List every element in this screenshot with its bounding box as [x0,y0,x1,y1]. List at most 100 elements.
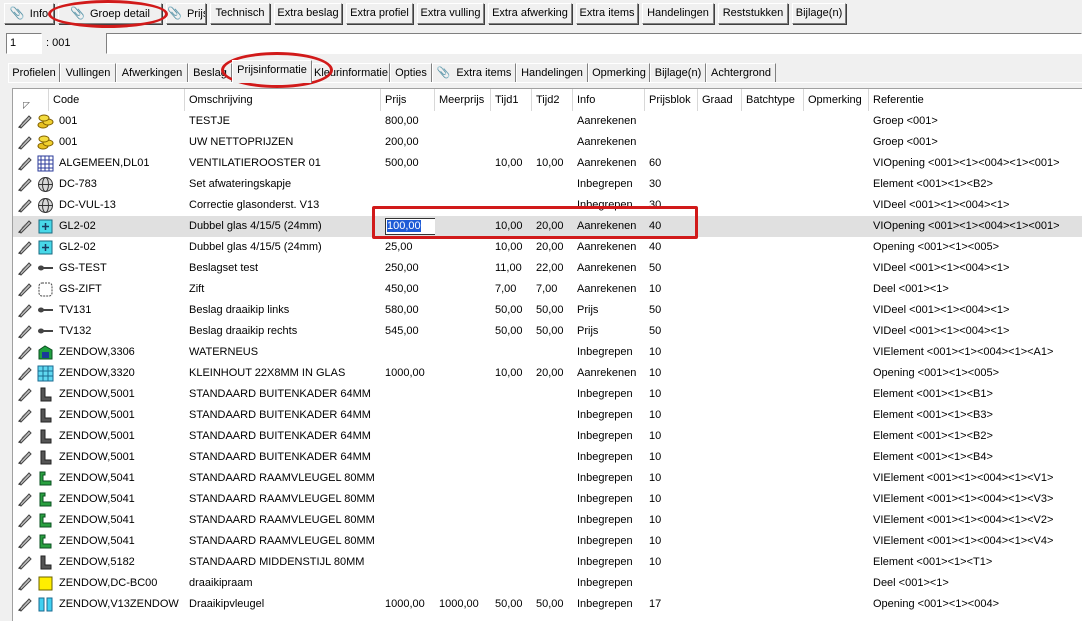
table-row[interactable]: ZENDOW,3306 WATERNEUS Inbegrepen 10 VIElemen… [13,342,1082,363]
tab-beslag[interactable]: Beslag [188,63,232,82]
cell-tijd1[interactable] [491,468,532,489]
cell-prijs[interactable] [381,573,435,594]
tab-opmerking[interactable]: Opmerking [588,63,650,82]
cell-code[interactable]: ZENDOW,5182 [55,552,185,573]
tab-bijlagen[interactable]: Bijlage(n) [650,63,706,82]
cell-prijsblok[interactable]: 10 [645,426,698,447]
col-prijsblok[interactable]: Prijsblok [645,89,698,111]
col-graad[interactable]: Graad [698,89,742,111]
cell-omschrijving[interactable]: STANDAARD BUITENKADER 64MM [185,384,381,405]
cell-tijd2[interactable]: 22,00 [532,258,573,279]
edit-pencil-icon[interactable] [17,156,33,171]
col-info[interactable]: Info [573,89,645,111]
cell-tijd1[interactable]: 10,00 [491,216,532,237]
cell-referentie[interactable]: Groep <001> [869,111,1082,132]
cell-omschrijving[interactable]: TESTJE [185,111,381,132]
extra-beslag-button[interactable]: Extra beslag [274,3,342,24]
edit-pencil-icon[interactable] [17,177,33,192]
cell-code[interactable]: ZENDOW,3320 [55,363,185,384]
cell-prijs[interactable] [381,405,435,426]
cell-omschrijving[interactable]: Beslag draaikip links [185,300,381,321]
tab-profielen[interactable]: Profielen [8,63,60,82]
cell-prijs[interactable] [381,195,435,216]
cell-code[interactable]: ZENDOW,5041 [55,510,185,531]
cell-referentie[interactable]: VIElement <001><1><004><1><A1> [869,342,1082,363]
tab-afwerkingen[interactable]: Afwerkingen [116,63,188,82]
cell-code[interactable]: ZENDOW,DC-BC00 [55,573,185,594]
cell-referentie[interactable]: VIOpening <001><1><004><1><001> [869,216,1082,237]
cell-meerprijs[interactable] [435,489,491,510]
table-row[interactable]: ZENDOW,5041 STANDAARD RAAMVLEUGEL 80MM Inb… [13,489,1082,510]
col-meerprijs[interactable]: Meerprijs [435,89,491,111]
cell-meerprijs[interactable] [435,342,491,363]
cell-meerprijs[interactable] [435,216,491,237]
cell-prijs[interactable]: 450,00 [381,279,435,300]
cell-info[interactable]: Aanrekenen [573,132,645,153]
cell-omschrijving[interactable]: Draaikipvleugel [185,594,381,615]
cell-referentie[interactable]: Opening <001><1><005> [869,237,1082,258]
cell-prijsblok[interactable]: 10 [645,531,698,552]
cell-tijd1[interactable] [491,174,532,195]
cell-prijsblok[interactable] [645,111,698,132]
cell-code[interactable]: ZENDOW,V13ZENDOW [55,594,185,615]
cell-meerprijs[interactable] [435,111,491,132]
edit-pencil-icon[interactable] [17,345,33,360]
cell-meerprijs[interactable] [435,384,491,405]
cell-info[interactable]: Inbegrepen [573,342,645,363]
cell-omschrijving[interactable]: Beslag draaikip rechts [185,321,381,342]
cell-meerprijs[interactable] [435,573,491,594]
cell-code[interactable]: ZENDOW,5001 [55,405,185,426]
cell-omschrijving[interactable]: draaikipraam [185,573,381,594]
col-tijd2[interactable]: Tijd2 [532,89,573,111]
cell-code[interactable]: GS-TEST [55,258,185,279]
edit-pencil-icon[interactable] [17,387,33,402]
cell-code[interactable]: 001 [55,111,185,132]
handelingen-button[interactable]: Handelingen [642,3,714,24]
cell-prijs[interactable]: 25,00 [381,237,435,258]
cell-tijd1[interactable]: 7,00 [491,279,532,300]
edit-pencil-icon[interactable] [17,198,33,213]
col-referentie[interactable]: Referentie [869,89,1082,111]
cell-info[interactable]: Aanrekenen [573,279,645,300]
col-batchtype[interactable]: Batchtype [742,89,804,111]
cell-tijd1[interactable] [491,195,532,216]
table-row[interactable]: ZENDOW,5001 STANDAARD BUITENKADER 64MM Inb… [13,426,1082,447]
cell-omschrijving[interactable]: UW NETTOPRIJZEN [185,132,381,153]
tab-kleurinformatie[interactable]: Kleurinformatie [312,63,390,82]
cell-info[interactable]: Aanrekenen [573,111,645,132]
prijs-edit-input[interactable]: 100,00 [385,218,435,235]
cell-omschrijving[interactable]: WATERNEUS [185,342,381,363]
table-row[interactable]: ZENDOW,V13ZENDOW Draaikipvleugel 1000,00 10… [13,594,1082,615]
edit-pencil-icon[interactable] [17,324,33,339]
cell-omschrijving[interactable]: STANDAARD RAAMVLEUGEL 80MM [185,468,381,489]
table-row[interactable]: GL2-02 Dubbel glas 4/15/5 (24mm) 100,00 10,… [13,216,1082,237]
cell-omschrijving[interactable]: KLEINHOUT 22X8MM IN GLAS [185,363,381,384]
cell-prijsblok[interactable]: 50 [645,300,698,321]
cell-prijsblok[interactable] [645,132,698,153]
cell-info[interactable]: Prijs [573,300,645,321]
cell-referentie[interactable]: Element <001><1><B2> [869,174,1082,195]
cell-referentie[interactable]: Deel <001><1> [869,279,1082,300]
cell-tijd1[interactable] [491,531,532,552]
cell-tijd1[interactable] [491,573,532,594]
table-row[interactable]: DC-783 Set afwateringskapje Inbegrepen 30 El… [13,174,1082,195]
cell-omschrijving[interactable]: Set afwateringskapje [185,174,381,195]
cell-code[interactable]: TV131 [55,300,185,321]
table-row[interactable]: 001 UW NETTOPRIJZEN 200,00 Aanrekenen Groep … [13,132,1082,153]
cell-tijd2[interactable] [532,174,573,195]
cell-tijd1[interactable] [491,384,532,405]
edit-pencil-icon[interactable] [17,492,33,507]
col-tijd1[interactable]: Tijd1 [491,89,532,111]
cell-omschrijving[interactable]: Correctie glasonderst. V13 [185,195,381,216]
cell-prijsblok[interactable]: 10 [645,384,698,405]
cell-tijd2[interactable]: 20,00 [532,363,573,384]
cell-tijd1[interactable] [491,342,532,363]
edit-pencil-icon[interactable] [17,282,33,297]
cell-omschrijving[interactable]: STANDAARD BUITENKADER 64MM [185,447,381,468]
reststukken-button[interactable]: Reststukken [718,3,788,24]
groep-detail-button[interactable]: 📎 Groep detail [58,3,162,24]
col-opmerking[interactable]: Opmerking [804,89,869,111]
cell-code[interactable]: TV132 [55,321,185,342]
cell-omschrijving[interactable]: Beslagset test [185,258,381,279]
table-row[interactable]: ALGEMEEN,DL01 VENTILATIEROOSTER 01 500,00 1… [13,153,1082,174]
